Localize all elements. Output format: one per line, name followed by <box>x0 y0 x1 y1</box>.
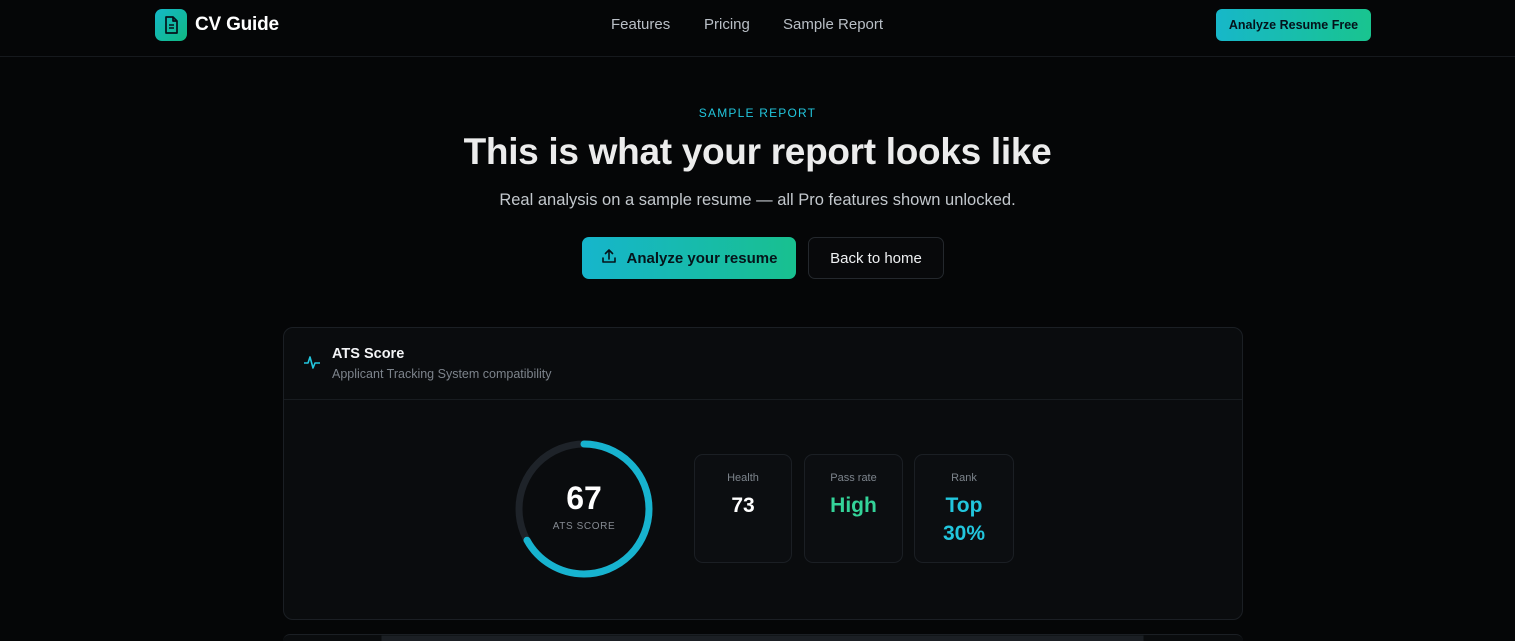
ats-score-gauge: 67 ATS SCORE <box>513 438 655 580</box>
document-icon <box>155 9 187 41</box>
ats-score-label: ATS SCORE <box>552 521 616 532</box>
ats-card-title: ATS Score <box>332 346 405 362</box>
top-navigation-bar: CV Guide Features Pricing Sample Report … <box>0 0 1515 57</box>
hero-subtitle: Real analysis on a sample resume — all P… <box>499 191 1016 209</box>
stat-value: High <box>830 494 877 517</box>
brand[interactable]: CV Guide <box>155 9 279 41</box>
nav-link-pricing[interactable]: Pricing <box>704 16 750 33</box>
upload-icon <box>601 248 617 268</box>
nav-link-features[interactable]: Features <box>611 16 670 33</box>
stat-label: Health <box>727 472 759 484</box>
stat-health: Health 73 <box>694 454 792 563</box>
ats-card-header: ATS Score Applicant Tracking System comp… <box>284 328 1242 400</box>
analyze-your-resume-label: Analyze your resume <box>626 249 778 267</box>
hero-eyebrow: SAMPLE REPORT <box>698 106 817 120</box>
analyze-resume-free-button[interactable]: Analyze Resume Free <box>1216 9 1371 41</box>
analyze-your-resume-button[interactable]: Analyze your resume <box>582 237 796 279</box>
activity-pulse-icon <box>303 355 321 374</box>
stat-label: Rank <box>951 472 977 484</box>
page-title: This is what your report looks like <box>463 131 1052 172</box>
stat-value: Top 30% <box>942 494 986 545</box>
stat-rank: Rank Top 30% <box>914 454 1014 563</box>
brand-name: CV Guide <box>195 14 279 35</box>
stat-value: 73 <box>731 494 755 517</box>
nav-link-sample-report[interactable]: Sample Report <box>783 16 883 33</box>
stat-label: Pass rate <box>830 472 877 484</box>
ats-card-subtitle: Applicant Tracking System compatibility <box>332 367 552 381</box>
back-to-home-button[interactable]: Back to home <box>808 237 944 279</box>
ats-score-value: 67 <box>566 480 602 516</box>
stat-pass-rate: Pass rate High <box>804 454 903 563</box>
ats-score-card: ATS Score Applicant Tracking System comp… <box>283 327 1243 620</box>
